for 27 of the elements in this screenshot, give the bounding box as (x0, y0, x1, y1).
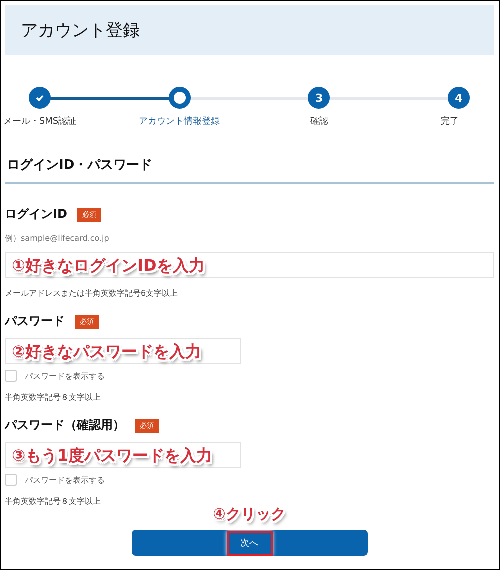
example-text: 例）sample@lifecard.co.jp (5, 233, 110, 244)
checkbox-label: パスワードを表示する (25, 474, 105, 486)
step-label: メール・SMS認証 (3, 116, 77, 128)
hint-text: 半角英数字記号８文字以上 (5, 496, 102, 507)
step-label: 確認 (310, 116, 328, 128)
input-field[interactable]: ②好きなパスワードを入力 (5, 338, 241, 364)
annotation-text: ③もう1度パスワードを入力 (12, 446, 213, 467)
input-field[interactable]: ①好きなログインIDを入力 (5, 252, 494, 278)
annotation-text: ②好きなパスワードを入力 (12, 342, 202, 363)
step-label: アカウント情報登録 (139, 116, 220, 128)
step-label: 完了 (440, 116, 459, 128)
section-heading: ログインID・パスワード (5, 128, 494, 184)
hint-text: 半角英数字記号８文字以上 (5, 392, 102, 403)
hint-text: メールアドレスまたは半角英数字記号6文字以上 (5, 288, 180, 299)
annotation-text: ①好きなログインIDを入力 (12, 256, 205, 277)
step-number: 3 (308, 87, 330, 109)
field-label: ログインID (5, 206, 68, 223)
field-label: パスワード（確認用） (5, 417, 125, 434)
step-number: 4 (448, 87, 470, 109)
checkbox-label: パスワードを表示する (25, 370, 105, 382)
checkbox[interactable] (5, 370, 17, 382)
input-field[interactable]: ③もう1度パスワードを入力 (5, 442, 241, 468)
field-label: パスワード (5, 313, 65, 330)
next-button[interactable]: 次へ (226, 530, 272, 556)
page-title: アカウント登録 (21, 20, 140, 42)
checkbox[interactable] (5, 474, 17, 486)
annotation-text: ④クリック (213, 505, 286, 524)
